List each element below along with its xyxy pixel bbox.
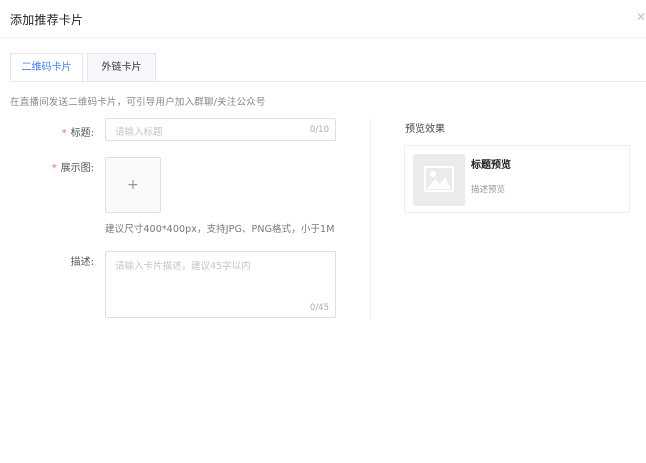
desc-label: 描述: bbox=[70, 257, 94, 268]
required-mark: * bbox=[61, 128, 67, 139]
vertical-divider bbox=[370, 118, 371, 318]
desc-char-count: 0/45 bbox=[309, 303, 329, 313]
title-label-text: 标题: bbox=[70, 128, 94, 139]
title-label: * 标题: bbox=[34, 124, 94, 139]
preview-heading: 预览效果 bbox=[405, 124, 445, 135]
desc-placeholder: 请输入卡片描述，建议45字以内 bbox=[115, 261, 251, 272]
dialog-title: 添加推荐卡片 bbox=[10, 13, 84, 27]
image-upload-button[interactable]: + bbox=[105, 157, 161, 213]
title-char-count: 0/10 bbox=[309, 125, 329, 135]
close-icon[interactable]: ✕ bbox=[636, 10, 646, 24]
image-placeholder-icon bbox=[413, 154, 465, 206]
tab-qrcode-card[interactable]: 二维码卡片 bbox=[10, 53, 83, 82]
title-placeholder: 请输入标题 bbox=[115, 127, 163, 138]
tab-link-card[interactable]: 外链卡片 bbox=[87, 53, 156, 82]
image-label-text: 展示图: bbox=[60, 163, 94, 174]
preview-card: 标题预览 描述预览 bbox=[404, 145, 630, 213]
preview-card-desc: 描述预览 bbox=[471, 185, 506, 195]
preview-card-title: 标题预览 bbox=[471, 160, 511, 171]
image-size-hint: 建议尺寸400*400px，支持JPG、PNG格式，小于1M bbox=[105, 224, 335, 235]
image-label: * 展示图: bbox=[34, 159, 94, 174]
tab-description: 在直播间发送二维码卡片，可引导用户加入群聊/关注公众号 bbox=[10, 97, 266, 108]
title-input[interactable]: 请输入标题 0/10 bbox=[105, 118, 336, 141]
required-mark: * bbox=[51, 163, 57, 174]
tabs-divider bbox=[10, 81, 646, 82]
dialog-header: 添加推荐卡片 ✕ bbox=[0, 0, 646, 38]
plus-icon: + bbox=[127, 177, 139, 193]
desc-textarea[interactable]: 请输入卡片描述，建议45字以内 0/45 bbox=[105, 251, 336, 318]
